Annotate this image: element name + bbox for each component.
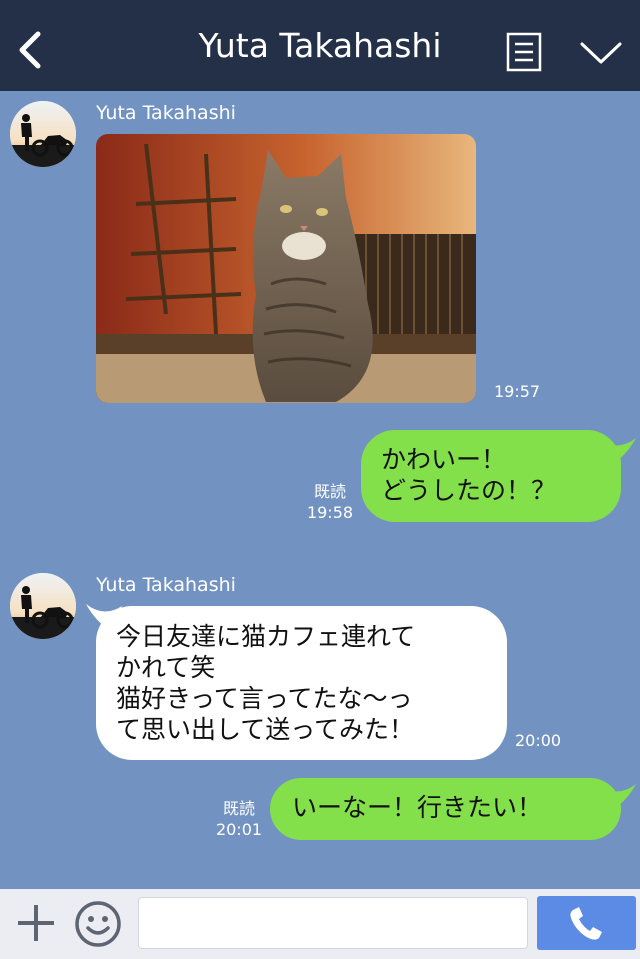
message-input[interactable]: [138, 897, 528, 949]
message-line: かれて笑: [116, 653, 216, 682]
avatar[interactable]: [10, 573, 76, 639]
incoming-message-bubble[interactable]: 今日友達に猫カフェ連れて かれて笑 猫好きって言ってたな〜っ て思い出して送って…: [96, 606, 507, 760]
message-line: どうしたの！？: [381, 476, 557, 505]
read-label: 既読: [313, 482, 346, 501]
outgoing-message-bubble[interactable]: いーなー！行きたい！: [270, 778, 621, 840]
message-line: かわいー！: [381, 445, 507, 474]
message-time: 20:00: [515, 731, 562, 750]
message-line: 猫好きって言ってたな〜っ: [116, 684, 413, 713]
read-receipt: 既読 19:58: [303, 481, 357, 523]
shared-photo[interactable]: [96, 134, 476, 403]
notes-icon: [506, 32, 542, 72]
message-time: 19:57: [494, 382, 541, 401]
sender-name: Yuta Takahashi: [96, 102, 236, 124]
chat-header: Yuta Takahashi: [0, 0, 640, 91]
message-composer: [0, 889, 640, 959]
avatar[interactable]: [10, 101, 76, 167]
read-label: 既読: [222, 799, 255, 818]
read-receipt: 既読 20:01: [212, 798, 266, 840]
notes-button[interactable]: [506, 32, 542, 72]
message-line: て思い出して送ってみた！: [116, 715, 415, 744]
menu-toggle-button[interactable]: [578, 38, 624, 68]
plus-icon: [18, 905, 54, 941]
sender-name: Yuta Takahashi: [96, 574, 236, 596]
bubble-tail: [600, 438, 636, 464]
message-time: 19:58: [306, 503, 354, 522]
page-title: Yuta Takahashi: [198, 26, 442, 65]
bubble-tail: [600, 784, 636, 810]
message-line: 今日友達に猫カフェ連れて: [116, 622, 416, 651]
call-button[interactable]: [537, 896, 636, 950]
phone-icon: [570, 907, 602, 940]
smiley-icon: [75, 901, 121, 947]
emoji-button[interactable]: [74, 900, 122, 948]
outgoing-message-bubble[interactable]: かわいー！ どうしたの！？: [361, 430, 621, 522]
message-time: 20:01: [215, 820, 263, 839]
chevron-down-icon: [580, 42, 622, 64]
message-line: いーなー！行きたい！: [292, 793, 543, 822]
add-attachment-button[interactable]: [14, 901, 58, 945]
